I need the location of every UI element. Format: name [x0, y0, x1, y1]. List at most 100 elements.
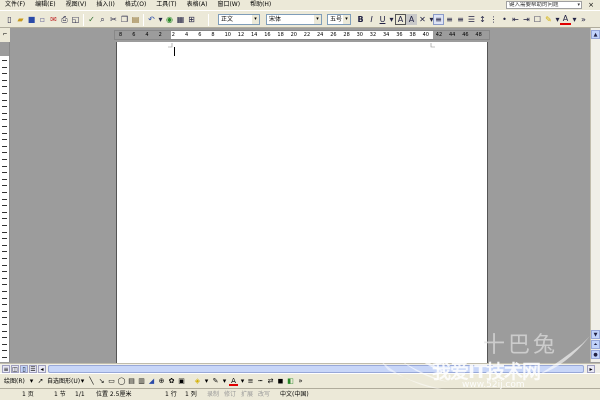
font-select[interactable]: 宋体 ▾: [266, 14, 322, 25]
char-shading-icon[interactable]: A: [406, 14, 417, 25]
line-spacing-icon[interactable]: ↕: [477, 14, 488, 25]
hyperlink-icon[interactable]: ◉: [164, 14, 175, 25]
font-size-select[interactable]: 五号 ▾: [327, 14, 351, 25]
distributed-icon[interactable]: ☰: [466, 14, 477, 25]
diagram-icon[interactable]: ⊕: [157, 377, 166, 386]
copy-icon[interactable]: ❐: [119, 14, 130, 25]
print-icon[interactable]: ⎙: [59, 14, 70, 25]
open-folder-icon[interactable]: ▰: [15, 14, 26, 25]
numbering-icon[interactable]: ⋮: [488, 14, 499, 25]
autoshapes-dropdown-icon[interactable]: ▾: [78, 377, 87, 386]
autoshapes-menu-button[interactable]: 自选图形(U): [47, 377, 80, 386]
new-document-icon[interactable]: ▯: [4, 14, 15, 25]
horizontal-scrollbar[interactable]: ≡ ◫ ▯ ☰ ◂ ▸: [0, 363, 600, 373]
line-icon[interactable]: ╲: [87, 377, 96, 386]
dash-style-icon[interactable]: ┅: [256, 377, 265, 386]
status-ext[interactable]: 扩展: [241, 390, 253, 400]
arrow-icon[interactable]: ↘: [97, 377, 106, 386]
chevron-down-icon[interactable]: ▾: [343, 15, 350, 24]
status-trk[interactable]: 修订: [224, 390, 236, 400]
research-icon[interactable]: ⌕: [97, 14, 108, 25]
rectangle-icon[interactable]: ▭: [107, 377, 116, 386]
line-color-icon[interactable]: ✎: [211, 377, 220, 386]
clip-art-icon[interactable]: ✿: [167, 377, 176, 386]
status-ovr[interactable]: 改写: [258, 390, 270, 400]
print-preview-icon[interactable]: ◱: [70, 14, 81, 25]
bullets-icon[interactable]: •: [499, 14, 510, 25]
insert-table-icon[interactable]: ⊞: [186, 14, 197, 25]
wordart-icon[interactable]: ◢: [147, 377, 156, 386]
menu-tools[interactable]: 工具(T): [151, 0, 181, 10]
increase-indent-icon[interactable]: ⇥: [521, 14, 532, 25]
save-icon[interactable]: ■: [26, 14, 37, 25]
email-icon[interactable]: ✉: [48, 14, 59, 25]
vertical-scrollbar[interactable]: ▲ ▼ ⏶ ●: [590, 28, 600, 362]
fill-color-icon[interactable]: ◈: [193, 377, 202, 386]
normal-view-icon[interactable]: ≡: [2, 365, 10, 373]
style-select[interactable]: 正文 ▾: [218, 14, 260, 25]
char-border-icon[interactable]: A: [395, 14, 406, 25]
horizontal-scroll-thumb[interactable]: [48, 365, 584, 373]
ruler-tick-label: 2: [171, 32, 175, 38]
status-rec[interactable]: 录制: [207, 390, 219, 400]
ruler-tick-label: 38: [409, 32, 416, 38]
print-view-icon[interactable]: ▯: [20, 365, 28, 373]
draw-dropdown-icon[interactable]: ▾: [27, 377, 36, 386]
align-right-icon[interactable]: ≡: [455, 14, 466, 25]
document-page[interactable]: [116, 42, 488, 364]
scroll-up-icon[interactable]: ▲: [591, 30, 600, 39]
chevron-down-icon[interactable]: ▾: [252, 15, 259, 24]
outside-border-icon[interactable]: ☐: [532, 14, 543, 25]
tables-borders-icon[interactable]: ▦: [175, 14, 186, 25]
select-browse-object-icon[interactable]: ●: [591, 350, 600, 359]
picture-icon[interactable]: ▣: [177, 377, 186, 386]
align-center-icon[interactable]: ≡: [444, 14, 455, 25]
align-justify-icon[interactable]: ≡: [433, 14, 444, 25]
select-objects-icon[interactable]: ➚: [36, 377, 45, 386]
menu-help[interactable]: 帮助(H): [245, 0, 276, 10]
previous-page-icon[interactable]: ⏶: [591, 340, 600, 349]
draw-menu-button[interactable]: 绘图(R): [4, 377, 25, 386]
help-search-input[interactable]: 键入需要帮助的问题 ▾: [506, 1, 582, 9]
menu-file[interactable]: 文件(F): [0, 0, 30, 10]
line-style-icon[interactable]: ≡: [246, 377, 255, 386]
menu-table[interactable]: 表格(A): [182, 0, 213, 10]
vertical-ruler[interactable]: [0, 42, 10, 362]
decrease-indent-icon[interactable]: ⇤: [510, 14, 521, 25]
fill-color-dropdown-icon[interactable]: ▾: [202, 377, 211, 386]
font-size-value: 五号: [330, 16, 343, 23]
scroll-left-icon[interactable]: ◂: [38, 365, 46, 373]
tab-selector-icon[interactable]: ⌐: [0, 28, 10, 42]
chevron-down-icon[interactable]: ▾: [314, 15, 321, 24]
menu-view[interactable]: 视图(V): [61, 0, 92, 10]
shadow-style-icon[interactable]: ◼: [276, 377, 285, 386]
menu-insert[interactable]: 插入(I): [91, 0, 119, 10]
toolbar-options-icon[interactable]: »: [578, 14, 589, 25]
menu-format[interactable]: 格式(O): [120, 0, 151, 10]
vertical-ruler-tick: [2, 178, 7, 180]
menu-edit[interactable]: 编辑(E): [30, 0, 60, 10]
draw-font-color-icon[interactable]: A: [229, 377, 238, 386]
vertical-text-box-icon[interactable]: ▥: [137, 377, 146, 386]
outline-view-icon[interactable]: ☰: [29, 365, 37, 373]
scroll-right-icon[interactable]: ▸: [587, 365, 595, 373]
drawing-toolbar-options-icon[interactable]: »: [296, 377, 305, 386]
3d-style-icon[interactable]: ◧: [286, 377, 295, 386]
cut-icon[interactable]: ✂: [108, 14, 119, 25]
menu-window[interactable]: 窗口(W): [212, 0, 245, 10]
bold-button[interactable]: B: [355, 14, 366, 25]
scroll-down-icon[interactable]: ▼: [591, 330, 600, 339]
web-view-icon[interactable]: ◫: [11, 365, 19, 373]
line-color-dropdown-icon[interactable]: ▾: [220, 377, 229, 386]
spelling-icon[interactable]: ✓: [86, 14, 97, 25]
horizontal-ruler[interactable]: 8 6 4 2 2 4 6 8 10 12 14 16 18 20 22 24 26 28 30 32 34 36 38 40…: [114, 30, 490, 40]
text-box-icon[interactable]: ▤: [127, 377, 136, 386]
arrow-style-icon[interactable]: ⇄: [266, 377, 275, 386]
paste-icon[interactable]: ▤: [130, 14, 141, 25]
close-document-button[interactable]: ×: [586, 1, 596, 9]
permission-icon[interactable]: ▫: [37, 14, 48, 25]
italic-button[interactable]: I: [366, 14, 377, 25]
oval-icon[interactable]: ◯: [117, 377, 126, 386]
status-column: 1 列: [185, 391, 197, 398]
help-dropdown-icon[interactable]: ▾: [577, 2, 580, 8]
